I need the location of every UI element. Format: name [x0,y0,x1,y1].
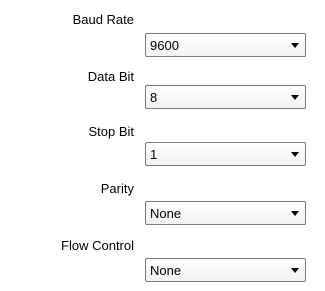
data-bit-label: Data Bit [87,69,134,84]
flow-control-select[interactable]: None [145,258,306,282]
chevron-down-icon [291,95,299,100]
stop-bit-select[interactable]: 1 [145,142,306,166]
parity-value: None [150,206,182,221]
parity-select[interactable]: None [145,201,306,225]
chevron-down-icon [291,211,299,216]
baud-rate-value: 9600 [150,38,179,53]
parity-label: Parity [100,181,134,196]
flow-control-value: None [150,263,182,278]
chevron-down-icon [291,268,299,273]
flow-control-row: Flow Control None [0,238,325,288]
data-bit-select[interactable]: 8 [145,85,306,109]
parity-row: Parity None [0,181,325,231]
baud-rate-select[interactable]: 9600 [145,33,306,57]
baud-rate-label: Baud Rate [72,12,134,27]
baud-rate-row: Baud Rate 9600 [0,12,325,62]
stop-bit-value: 1 [150,147,158,162]
chevron-down-icon [291,43,299,48]
data-bit-row: Data Bit 8 [0,69,325,119]
stop-bit-label: Stop Bit [88,124,134,139]
serial-settings-panel: Baud Rate 9600 Data Bit 8 Stop Bit 1 Par… [0,0,325,291]
flow-control-label: Flow Control [61,238,134,253]
chevron-down-icon [291,152,299,157]
data-bit-value: 8 [150,90,158,105]
stop-bit-row: Stop Bit 1 [0,124,325,174]
